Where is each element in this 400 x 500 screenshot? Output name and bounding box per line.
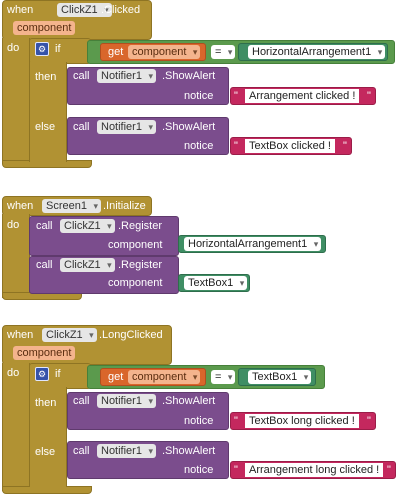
notifier-dropdown[interactable]: Notifier1: [97, 394, 156, 408]
call-label: call: [73, 70, 90, 82]
notice-label: notice: [184, 464, 214, 476]
string-literal[interactable]: Arrangement clicked !: [245, 89, 360, 103]
notifier-dropdown[interactable]: Notifier1: [97, 69, 156, 83]
string-literal[interactable]: Arrangement long clicked !: [245, 463, 384, 477]
call-label: call: [73, 395, 90, 407]
quote-open: ": [234, 464, 238, 476]
get-variable-dropdown[interactable]: component: [128, 370, 201, 384]
equals-dropdown[interactable]: =: [211, 45, 236, 59]
component-label: component: [108, 239, 163, 251]
quote-open: ": [234, 140, 238, 152]
do-label: do: [7, 42, 20, 54]
register-component-dropdown[interactable]: HorizontalArrangement1: [184, 237, 322, 251]
do-label: do: [7, 219, 20, 231]
else-label: else: [35, 446, 56, 458]
gear-icon[interactable]: ⚙: [35, 367, 49, 381]
string-literal[interactable]: TextBox clicked !: [245, 139, 335, 153]
equals-dropdown[interactable]: =: [211, 370, 236, 384]
do-label: do: [7, 367, 20, 379]
notifier-dropdown[interactable]: Notifier1: [97, 120, 156, 134]
call-label: call: [73, 121, 90, 133]
when-label: when: [7, 200, 34, 212]
screen-dropdown[interactable]: Screen1: [42, 199, 101, 213]
notice-label: notice: [184, 140, 214, 152]
notice-label: notice: [184, 415, 214, 427]
method-name: .Register: [118, 220, 163, 232]
if-label: if: [55, 368, 61, 380]
if-label: if: [55, 43, 61, 55]
when-label: when: [7, 329, 34, 341]
event-body-clicked: [2, 38, 30, 166]
get-label: get: [108, 371, 124, 383]
quote-close: ": [343, 140, 347, 152]
gear-icon[interactable]: ⚙: [35, 42, 49, 56]
then-label: then: [35, 397, 57, 409]
string-literal[interactable]: TextBox long clicked !: [245, 414, 359, 428]
event-name: .LongClicked: [99, 329, 163, 341]
call-label: call: [73, 445, 90, 457]
else-label: else: [35, 121, 56, 133]
notice-label: notice: [184, 90, 214, 102]
method-name: .ShowAlert: [162, 395, 216, 407]
clickz-dropdown[interactable]: ClickZ1: [60, 258, 115, 272]
quote-open: ": [234, 90, 238, 102]
get-variable-dropdown[interactable]: component: [128, 45, 201, 59]
event-bottom-longclicked: [2, 486, 92, 494]
method-name: .ShowAlert: [162, 70, 216, 82]
event-name: .Clicked: [101, 4, 141, 16]
quote-close: ": [387, 464, 391, 476]
register-component-dropdown[interactable]: TextBox1: [184, 276, 248, 290]
method-name: .ShowAlert: [162, 121, 216, 133]
call-label: call: [36, 259, 53, 271]
compare-component-dropdown[interactable]: TextBox1: [248, 370, 312, 384]
compare-component-dropdown[interactable]: HorizontalArrangement1: [248, 45, 386, 59]
when-label: when: [7, 4, 34, 16]
event-parameter[interactable]: component: [13, 346, 76, 360]
component-dropdown[interactable]: ClickZ1: [42, 328, 97, 342]
quote-close: ": [367, 415, 371, 427]
event-parameter[interactable]: component: [13, 21, 76, 35]
quote-open: ": [234, 415, 238, 427]
quote-close: ": [367, 90, 371, 102]
method-name: .ShowAlert: [162, 445, 216, 457]
event-body-longclicked: [2, 363, 30, 491]
get-label: get: [108, 46, 124, 58]
clickz-dropdown[interactable]: ClickZ1: [60, 219, 115, 233]
call-label: call: [36, 220, 53, 232]
component-label: component: [108, 277, 163, 289]
method-name: .Register: [118, 259, 163, 271]
then-label: then: [35, 71, 57, 83]
notifier-dropdown[interactable]: Notifier1: [97, 444, 156, 458]
event-name: .Initialize: [103, 200, 146, 212]
